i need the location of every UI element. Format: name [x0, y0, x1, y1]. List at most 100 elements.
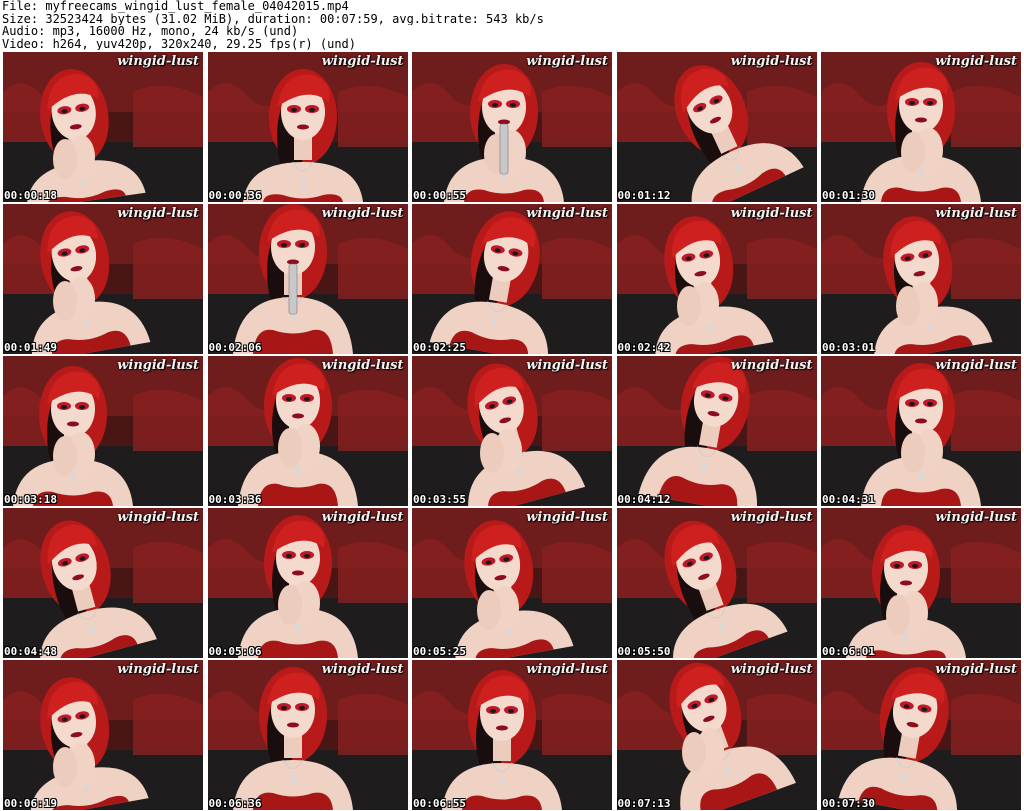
- video-thumbnail[interactable]: wingid-lust 00:03:36: [207, 356, 408, 506]
- thumbnail-frame-image: [3, 508, 203, 658]
- watermark-logo: wingid-lust: [935, 662, 1017, 677]
- thumbnail-timestamp: 00:00:18: [4, 189, 57, 202]
- watermark-logo: wingid-lust: [730, 54, 813, 69]
- thumbnail-timestamp: 00:02:42: [617, 341, 671, 354]
- thumbnail-timestamp: 00:07:30: [822, 797, 875, 810]
- file-size-line: Size: 32523424 bytes (31.02 MiB), durati…: [2, 12, 544, 26]
- thumbnail-timestamp: 00:00:55: [413, 189, 466, 202]
- watermark-logo: wingid-lust: [935, 510, 1017, 525]
- watermark-logo: wingid-lust: [117, 54, 199, 69]
- watermark-logo: wingid-lust: [117, 206, 199, 221]
- video-thumbnail[interactable]: wingid-lust 00:07:13: [616, 660, 817, 810]
- thumbnail-timestamp: 00:05:06: [208, 645, 262, 658]
- thumbnail-frame-image: [412, 508, 612, 658]
- watermark-logo: wingid-lust: [321, 54, 404, 69]
- file-name-line: File: myfreecams_wingid_lust_female_0404…: [2, 0, 349, 13]
- thumbnail-frame-image: [821, 660, 1021, 810]
- video-thumbnail[interactable]: wingid-lust 00:00:55: [412, 52, 612, 202]
- thumbnail-frame-image: [207, 204, 408, 354]
- thumbnail-timestamp: 00:03:55: [413, 493, 466, 506]
- thumbnail-timestamp: 00:06:01: [822, 645, 875, 658]
- video-thumbnail[interactable]: wingid-lust 00:06:55: [412, 660, 612, 810]
- thumbnail-frame-image: [616, 508, 817, 658]
- video-thumbnail[interactable]: wingid-lust 00:02:25: [412, 204, 612, 354]
- video-thumbnail[interactable]: wingid-lust 00:02:06: [207, 204, 408, 354]
- thumbnail-timestamp: 00:07:13: [617, 797, 671, 810]
- file-info-header: File: myfreecams_wingid_lust_female_0404…: [2, 0, 1022, 50]
- video-thumbnail[interactable]: wingid-lust 00:01:49: [3, 204, 203, 354]
- video-thumbnail[interactable]: wingid-lust 00:04:48: [3, 508, 203, 658]
- thumbnail-timestamp: 00:01:12: [617, 189, 671, 202]
- thumbnail-timestamp: 00:06:36: [208, 797, 262, 810]
- video-thumbnail[interactable]: wingid-lust 00:06:36: [207, 660, 408, 810]
- video-thumbnail[interactable]: wingid-lust 00:03:01: [821, 204, 1021, 354]
- video-thumbnail[interactable]: wingid-lust 00:01:30: [821, 52, 1021, 202]
- thumbnail-frame-image: [412, 204, 612, 354]
- watermark-logo: wingid-lust: [730, 358, 813, 373]
- thumbnail-timestamp: 00:02:25: [413, 341, 466, 354]
- video-thumbnail[interactable]: wingid-lust 00:07:30: [821, 660, 1021, 810]
- thumbnail-timestamp: 00:04:12: [617, 493, 671, 506]
- thumbnail-frame-image: [412, 660, 612, 810]
- watermark-logo: wingid-lust: [730, 206, 813, 221]
- thumbnail-timestamp: 00:01:30: [822, 189, 875, 202]
- watermark-logo: wingid-lust: [526, 662, 608, 677]
- thumbnail-timestamp: 00:00:36: [208, 189, 262, 202]
- watermark-logo: wingid-lust: [526, 510, 608, 525]
- thumbnail-frame-image: [412, 52, 612, 202]
- watermark-logo: wingid-lust: [526, 358, 608, 373]
- thumbnail-frame-image: [207, 52, 408, 202]
- watermark-logo: wingid-lust: [730, 662, 813, 677]
- watermark-logo: wingid-lust: [730, 510, 813, 525]
- thumbnail-timestamp: 00:03:01: [822, 341, 875, 354]
- watermark-logo: wingid-lust: [321, 206, 404, 221]
- thumbnail-timestamp: 00:03:18: [4, 493, 57, 506]
- thumbnail-timestamp: 00:05:25: [413, 645, 466, 658]
- thumbnail-frame-image: [3, 204, 203, 354]
- watermark-logo: wingid-lust: [117, 510, 199, 525]
- video-thumbnail[interactable]: wingid-lust 00:03:18: [3, 356, 203, 506]
- thumbnail-frame-image: [207, 356, 408, 506]
- video-thumbnail[interactable]: wingid-lust 00:01:12: [616, 52, 817, 202]
- video-info-line: Video: h264, yuv420p, 320x240, 29.25 fps…: [2, 37, 357, 51]
- video-thumbnail[interactable]: wingid-lust 00:05:25: [412, 508, 612, 658]
- watermark-logo: wingid-lust: [935, 358, 1017, 373]
- video-thumbnail[interactable]: wingid-lust 00:05:06: [207, 508, 408, 658]
- thumbnail-timestamp: 00:05:50: [617, 645, 671, 658]
- watermark-logo: wingid-lust: [526, 54, 608, 69]
- thumbnail-timestamp: 00:06:19: [4, 797, 57, 810]
- watermark-logo: wingid-lust: [321, 510, 404, 525]
- thumbnail-frame-image: [207, 508, 408, 658]
- thumbnail-frame-image: [616, 204, 817, 354]
- thumbnail-frame-image: [412, 356, 612, 506]
- thumbnail-frame-image: [3, 356, 203, 506]
- thumbnail-frame-image: [207, 660, 408, 810]
- thumbnail-frame-image: [821, 508, 1021, 658]
- thumbnail-timestamp: 00:01:49: [4, 341, 57, 354]
- thumbnail-timestamp: 00:04:48: [4, 645, 57, 658]
- video-thumbnail[interactable]: wingid-lust 00:03:55: [412, 356, 612, 506]
- thumbnail-frame-image: [616, 52, 817, 202]
- watermark-logo: wingid-lust: [935, 54, 1017, 69]
- thumbnail-timestamp: 00:06:55: [413, 797, 466, 810]
- watermark-logo: wingid-lust: [321, 662, 404, 677]
- watermark-logo: wingid-lust: [117, 358, 199, 373]
- video-thumbnail[interactable]: wingid-lust 00:02:42: [616, 204, 817, 354]
- thumbnail-timestamp: 00:03:36: [208, 493, 262, 506]
- video-thumbnail[interactable]: wingid-lust 00:04:31: [821, 356, 1021, 506]
- thumbnail-frame-image: [821, 204, 1021, 354]
- thumbnail-frame-image: [821, 356, 1021, 506]
- watermark-logo: wingid-lust: [321, 358, 404, 373]
- video-thumbnail[interactable]: wingid-lust 00:06:19: [3, 660, 203, 810]
- video-thumbnail[interactable]: wingid-lust 00:04:12: [616, 356, 817, 506]
- thumbnail-timestamp: 00:02:06: [208, 341, 262, 354]
- video-thumbnail[interactable]: wingid-lust 00:06:01: [821, 508, 1021, 658]
- watermark-logo: wingid-lust: [117, 662, 199, 677]
- thumbnail-frame-image: [3, 660, 203, 810]
- thumbnail-frame-image: [616, 660, 817, 810]
- video-thumbnail[interactable]: wingid-lust 00:00:36: [207, 52, 408, 202]
- video-thumbnail[interactable]: wingid-lust 00:05:50: [616, 508, 817, 658]
- thumbnail-frame-image: [821, 52, 1021, 202]
- video-thumbnail[interactable]: wingid-lust 00:00:18: [3, 52, 203, 202]
- thumbnail-timestamp: 00:04:31: [822, 493, 875, 506]
